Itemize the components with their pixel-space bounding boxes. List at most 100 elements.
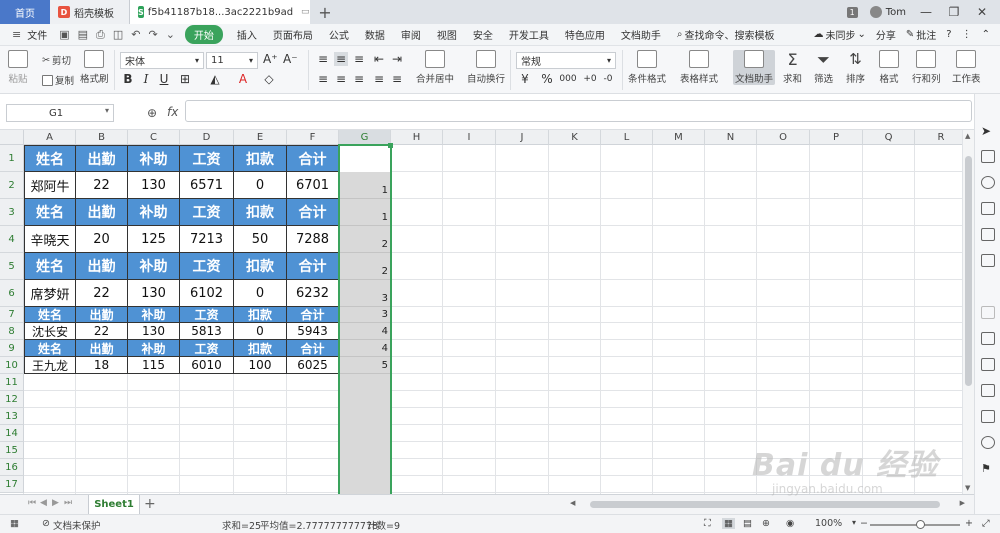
formula-input[interactable] bbox=[185, 100, 972, 122]
table-header-cell[interactable]: 扣款 bbox=[234, 253, 287, 280]
vertical-scrollbar[interactable]: ▲ ▼ bbox=[962, 130, 974, 494]
table-data-cell[interactable]: 125 bbox=[128, 226, 180, 253]
distribute-icon[interactable]: ≡ bbox=[390, 72, 404, 86]
menu-security[interactable]: 安全 bbox=[465, 27, 501, 42]
column-g-cell[interactable]: 1 bbox=[339, 199, 391, 226]
archive-icon[interactable] bbox=[981, 384, 995, 397]
page-layout-view-icon[interactable]: ▤ bbox=[743, 518, 752, 529]
menu-formulas[interactable]: 公式 bbox=[321, 27, 357, 42]
column-g-cell[interactable]: 4 bbox=[339, 340, 391, 357]
table-data-cell[interactable]: 0 bbox=[234, 280, 287, 307]
table-header-cell[interactable]: 扣款 bbox=[234, 340, 287, 357]
table-header-cell[interactable]: 补助 bbox=[128, 199, 180, 226]
row-header-12[interactable]: 12 bbox=[0, 391, 24, 408]
menu-page-layout[interactable]: 页面布局 bbox=[265, 27, 321, 42]
table-data-cell[interactable]: 7288 bbox=[287, 226, 339, 253]
table-data-cell[interactable]: 50 bbox=[234, 226, 287, 253]
column-header-l[interactable]: L bbox=[601, 130, 653, 145]
undo-icon[interactable]: ↶ bbox=[127, 28, 144, 41]
table-data-cell[interactable]: 6571 bbox=[180, 172, 234, 199]
column-header-k[interactable]: K bbox=[549, 130, 601, 145]
download-icon[interactable] bbox=[981, 436, 995, 449]
table-header-cell[interactable]: 合计 bbox=[287, 253, 339, 280]
table-header-cell[interactable]: 工资 bbox=[180, 253, 234, 280]
menu-special-apps[interactable]: 特色应用 bbox=[557, 27, 613, 42]
column-g-cell[interactable]: 2 bbox=[339, 253, 391, 280]
table-data-cell[interactable]: 5813 bbox=[180, 323, 234, 340]
table-data-cell[interactable]: 5943 bbox=[287, 323, 339, 340]
italic-button[interactable]: I bbox=[139, 72, 153, 86]
table-header-cell[interactable]: 工资 bbox=[180, 199, 234, 226]
column-g-cell[interactable]: 5 bbox=[339, 357, 391, 374]
last-sheet-icon[interactable]: ⏭ bbox=[64, 498, 72, 508]
table-data-cell[interactable]: 6025 bbox=[287, 357, 339, 374]
shrink-font-button[interactable]: A⁻ bbox=[283, 52, 298, 66]
redo-icon[interactable]: ↷ bbox=[144, 28, 161, 41]
conditional-format-button[interactable]: 条件格式 bbox=[628, 50, 666, 85]
print-icon[interactable]: ⎙ bbox=[92, 28, 109, 42]
shapes-icon[interactable] bbox=[981, 150, 995, 163]
bookmark-icon[interactable]: ⚑ bbox=[981, 462, 995, 475]
add-sheet-button[interactable]: + bbox=[144, 496, 156, 512]
border-icon[interactable]: ⊞ bbox=[178, 72, 192, 86]
table-data-cell[interactable]: 王九龙 bbox=[24, 357, 76, 374]
table-data-cell[interactable]: 130 bbox=[128, 280, 180, 307]
column-g-cell[interactable]: 3 bbox=[339, 307, 391, 323]
table-header-cell[interactable]: 扣款 bbox=[234, 199, 287, 226]
table-header-cell[interactable]: 合计 bbox=[287, 199, 339, 226]
table-header-cell[interactable]: 补助 bbox=[128, 340, 180, 357]
table-data-cell[interactable]: 130 bbox=[128, 172, 180, 199]
table-data-cell[interactable]: 22 bbox=[76, 280, 128, 307]
row-header-16[interactable]: 16 bbox=[0, 459, 24, 476]
minimize-icon[interactable]: — bbox=[918, 5, 934, 19]
normal-view-icon[interactable]: ▦ bbox=[722, 518, 735, 529]
column-g-cell[interactable]: 3 bbox=[339, 280, 391, 307]
row-header-1[interactable]: 1 bbox=[0, 145, 24, 172]
column-header-b[interactable]: B bbox=[76, 130, 128, 145]
column-header-g[interactable]: G bbox=[339, 130, 391, 145]
row-header-10[interactable]: 10 bbox=[0, 357, 24, 374]
table-icon[interactable] bbox=[981, 202, 995, 215]
scroll-down-icon[interactable]: ▼ bbox=[965, 484, 970, 492]
table-header-cell[interactable]: 合计 bbox=[287, 340, 339, 357]
sum-button[interactable]: Σ 求和 bbox=[783, 50, 802, 85]
close-icon[interactable]: ✕ bbox=[974, 5, 990, 19]
table-header-cell[interactable]: 补助 bbox=[128, 307, 180, 323]
align-right-icon[interactable]: ≡ bbox=[352, 72, 366, 86]
comment-button[interactable]: ✎ 批注 bbox=[906, 27, 936, 42]
save-icon[interactable]: ▣ bbox=[55, 28, 73, 41]
increase-decimal-button[interactable]: +0 bbox=[582, 74, 598, 84]
export-pdf-icon[interactable]: ▤ bbox=[74, 28, 92, 41]
table-header-cell[interactable]: 扣款 bbox=[234, 307, 287, 323]
table-data-cell[interactable]: 沈长安 bbox=[24, 323, 76, 340]
table-data-cell[interactable]: 0 bbox=[234, 323, 287, 340]
cursor-select-icon[interactable]: ➤ bbox=[981, 124, 995, 138]
hamburger-menu-icon[interactable]: ≡ bbox=[8, 28, 25, 41]
restore-icon[interactable]: ❐ bbox=[946, 5, 962, 19]
column-header-o[interactable]: O bbox=[757, 130, 810, 145]
align-left-icon[interactable]: ≡ bbox=[316, 72, 330, 86]
table-header-cell[interactable]: 补助 bbox=[128, 253, 180, 280]
outdent-icon[interactable]: ⇥ bbox=[390, 52, 404, 66]
align-top-icon[interactable]: ≡ bbox=[316, 52, 330, 66]
table-data-cell[interactable]: 115 bbox=[128, 357, 180, 374]
row-header-17[interactable]: 17 bbox=[0, 476, 24, 493]
reading-mode-icon[interactable]: ◉ bbox=[786, 518, 794, 529]
font-size-select[interactable]: 11 ▾ bbox=[206, 52, 258, 69]
row-header-4[interactable]: 4 bbox=[0, 226, 24, 253]
table-data-cell[interactable]: 7213 bbox=[180, 226, 234, 253]
number-format-select[interactable]: 常规 ▾ bbox=[516, 52, 616, 69]
align-middle-icon[interactable]: ≡ bbox=[334, 52, 348, 66]
column-g-cell[interactable]: 1 bbox=[339, 172, 391, 199]
scroll-left-icon[interactable]: ◀ bbox=[570, 499, 575, 507]
monitor-icon[interactable]: ▭ bbox=[301, 7, 310, 17]
table-data-cell[interactable]: 6010 bbox=[180, 357, 234, 374]
row-col-button[interactable]: 行和列 bbox=[912, 50, 941, 85]
tab-spreadsheet-file[interactable]: S f5b41187b18...3ac2221b9ad ▭ bbox=[130, 0, 310, 24]
table-data-cell[interactable]: 130 bbox=[128, 323, 180, 340]
column-header-q[interactable]: Q bbox=[863, 130, 915, 145]
merge-center-button[interactable]: 合并居中 bbox=[416, 50, 454, 85]
edit-icon[interactable] bbox=[981, 306, 995, 319]
prev-sheet-icon[interactable]: ◀ bbox=[40, 498, 47, 508]
doc-protection-status[interactable]: ⊘ 文档未保护 bbox=[42, 518, 100, 532]
